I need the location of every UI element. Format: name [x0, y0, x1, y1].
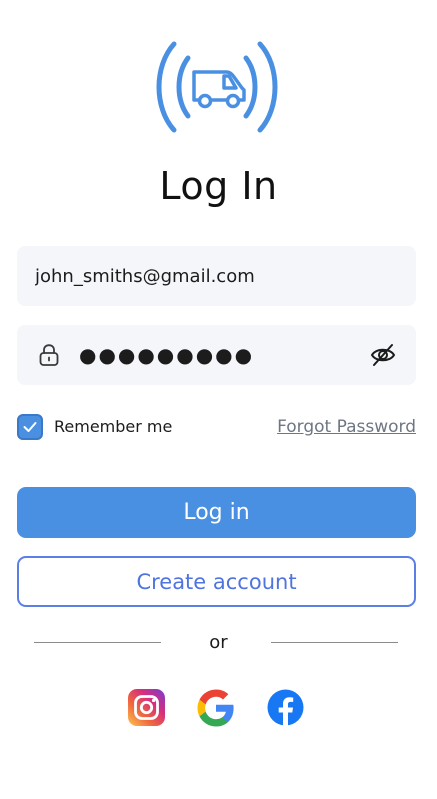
password-field-container: [17, 325, 416, 385]
login-screen: Log In Remember me Forgot Password Log i…: [0, 0, 437, 799]
remember-me-checkbox[interactable]: [17, 414, 43, 440]
forgot-password-link[interactable]: Forgot Password: [277, 417, 416, 437]
facebook-icon[interactable]: [267, 689, 304, 726]
page-title: Log In: [159, 164, 278, 208]
eye-slash-icon[interactable]: [370, 343, 396, 367]
remember-me-label: Remember me: [54, 417, 173, 436]
create-account-button[interactable]: Create account: [17, 556, 416, 607]
email-field-container: [17, 246, 416, 306]
login-button[interactable]: Log in: [17, 487, 416, 538]
password-field[interactable]: [79, 325, 359, 385]
lock-icon: [39, 344, 59, 366]
email-field[interactable]: [35, 246, 395, 306]
instagram-icon[interactable]: [128, 689, 165, 726]
divider-line-right: [271, 642, 398, 643]
google-icon[interactable]: [196, 688, 236, 728]
van-signal-logo-icon: [156, 41, 278, 133]
checkmark-icon: [23, 422, 37, 432]
